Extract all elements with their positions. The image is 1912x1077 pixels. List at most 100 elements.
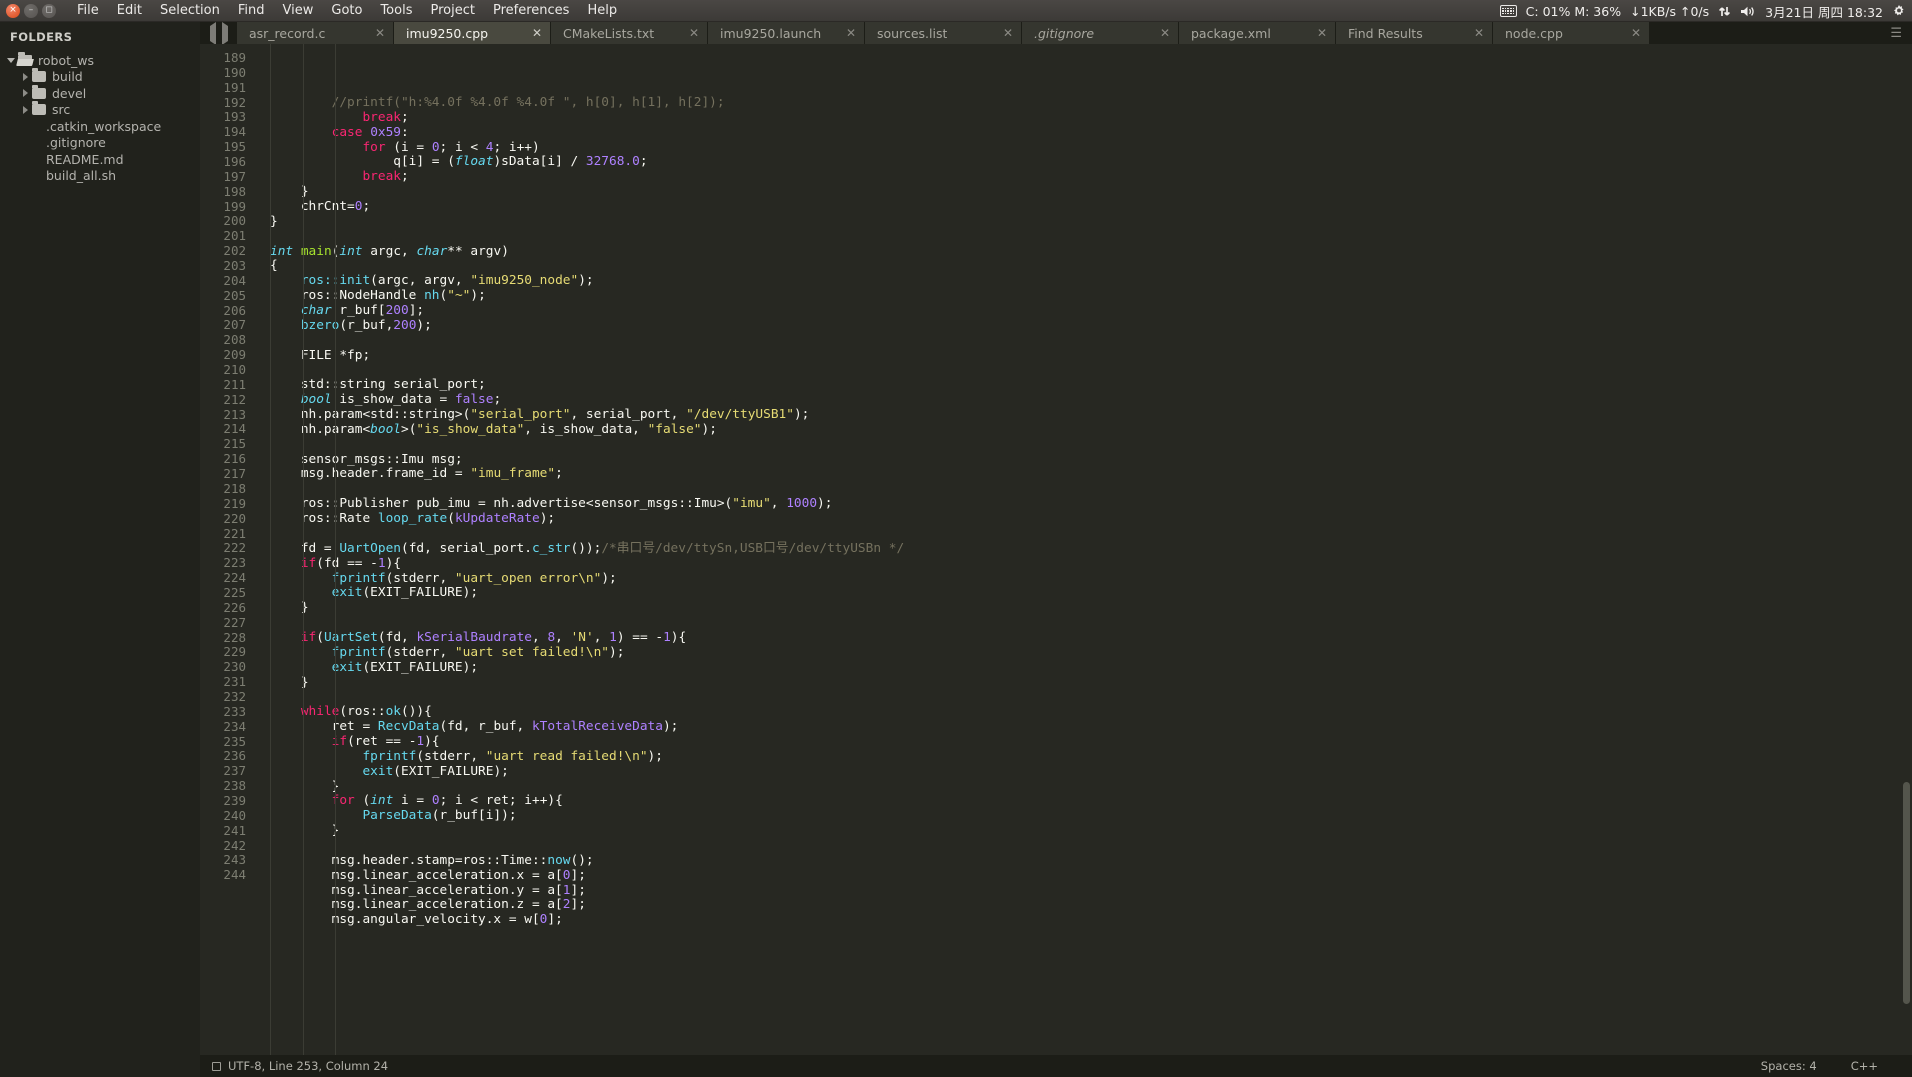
code-line[interactable]: exit(EXIT_FAILURE); <box>270 585 1912 601</box>
code-line[interactable]: } <box>270 779 1912 795</box>
code-line[interactable]: FILE *fp; <box>270 348 1912 364</box>
chevron-right-icon[interactable] <box>18 89 32 98</box>
code-line[interactable]: //printf("h:%4.0f %4.0f %4.0f ", h[0], h… <box>270 95 1912 111</box>
code-line[interactable]: while(ros::ok()){ <box>270 704 1912 720</box>
tab-close-icon[interactable]: ✕ <box>681 26 699 40</box>
code-line[interactable]: nh.param<std::string>("serial_port", ser… <box>270 407 1912 423</box>
code-editor-area[interactable]: 189 190 191 192 193 194 195 196 197 198 199 200 201 2… <box>200 44 1912 1055</box>
chevron-right-icon[interactable] <box>222 21 228 45</box>
tab-package-xml[interactable]: package.xml ✕ <box>1179 22 1336 44</box>
indentation-setting[interactable]: Spaces: 4 <box>1761 1059 1817 1073</box>
code-line[interactable]: msg.header.stamp=ros::Time::now(); <box>270 853 1912 869</box>
code-line[interactable]: bool is_show_data = false; <box>270 392 1912 408</box>
tab-close-icon[interactable]: ✕ <box>995 26 1013 40</box>
code-line[interactable] <box>270 527 1912 542</box>
code-line[interactable] <box>270 363 1912 378</box>
code-line[interactable] <box>270 839 1912 854</box>
tab-imu9250-cpp[interactable]: imu9250.cpp ✕ <box>394 22 551 44</box>
menu-item-goto[interactable]: Goto <box>322 1 371 20</box>
syntax-mode[interactable]: C++ <box>1851 1059 1878 1073</box>
sidebar-item-catkin-workspace[interactable]: .catkin_workspace <box>0 118 200 135</box>
cpu-mem-indicator[interactable]: C: 01% M: 36% <box>1526 4 1621 19</box>
code-line[interactable]: ros::NodeHandle nh("~"); <box>270 288 1912 304</box>
menu-item-help[interactable]: Help <box>578 1 626 20</box>
code-line[interactable] <box>270 438 1912 453</box>
code-line[interactable]: int main(int argc, char** argv) <box>270 244 1912 260</box>
code-line[interactable]: if(fd == -1){ <box>270 556 1912 572</box>
code-line[interactable]: if(UartSet(fd, kSerialBaudrate, 8, 'N', … <box>270 630 1912 646</box>
tab-close-icon[interactable]: ✕ <box>1152 26 1170 40</box>
code-content[interactable]: //printf("h:%4.0f %4.0f %4.0f ", h[0], h… <box>256 44 1912 1055</box>
chevron-left-icon[interactable] <box>210 21 216 45</box>
window-maximize-button[interactable]: ◻ <box>42 3 56 18</box>
code-line[interactable]: fprintf(stderr, "uart set failed!\n"); <box>270 645 1912 661</box>
code-line[interactable]: ros::init(argc, argv, "imu9250_node"); <box>270 273 1912 289</box>
clock-indicator[interactable]: 3月21日 周四 18:32 <box>1765 2 1883 21</box>
code-line[interactable]: msg.linear_acceleration.z = a[2]; <box>270 897 1912 913</box>
tab-find-results[interactable]: Find Results ✕ <box>1336 22 1493 44</box>
volume-icon[interactable] <box>1740 5 1756 18</box>
tab-close-icon[interactable]: ✕ <box>1623 26 1641 40</box>
code-line[interactable]: if(ret == -1){ <box>270 734 1912 750</box>
code-line[interactable] <box>270 690 1912 705</box>
sidebar-item-devel[interactable]: devel <box>0 84 200 102</box>
code-line[interactable]: } <box>270 214 1912 230</box>
tab-close-icon[interactable]: ✕ <box>838 26 856 40</box>
code-line[interactable]: exit(EXIT_FAILURE); <box>270 660 1912 676</box>
gear-icon[interactable] <box>1892 4 1906 18</box>
code-line[interactable]: for (int i = 0; i < ret; i++){ <box>270 793 1912 809</box>
code-line[interactable]: fprintf(stderr, "uart_open error\n"); <box>270 571 1912 587</box>
menu-item-tools[interactable]: Tools <box>371 1 421 20</box>
network-speed-indicator[interactable]: ↓1KB/s ↑0/s <box>1630 4 1709 19</box>
code-line[interactable]: exit(EXIT_FAILURE); <box>270 764 1912 780</box>
sidebar-item-build-all-sh[interactable]: build_all.sh <box>0 168 200 185</box>
vertical-scrollbar[interactable] <box>1901 44 1912 1055</box>
code-line[interactable]: } <box>270 675 1912 691</box>
sidebar-item-gitignore[interactable]: .gitignore <box>0 135 200 152</box>
code-line[interactable] <box>270 334 1912 349</box>
tab-close-icon[interactable]: ✕ <box>524 26 542 40</box>
code-line[interactable] <box>270 230 1912 245</box>
code-line[interactable]: std::string serial_port; <box>270 377 1912 393</box>
code-line[interactable]: msg.angular_velocity.x = w[0]; <box>270 912 1912 928</box>
sidebar-item-build[interactable]: build <box>0 68 200 86</box>
code-line[interactable]: case 0x59: <box>270 125 1912 141</box>
code-line[interactable]: break; <box>270 169 1912 185</box>
window-close-button[interactable]: × <box>6 3 20 18</box>
code-line[interactable] <box>270 616 1912 631</box>
code-line[interactable]: } <box>270 184 1912 200</box>
code-line[interactable]: msg.header.frame_id = "imu_frame"; <box>270 467 1912 482</box>
menu-item-edit[interactable]: Edit <box>108 1 151 20</box>
menu-item-preferences[interactable]: Preferences <box>484 1 578 20</box>
code-line[interactable]: nh.param<bool>("is_show_data", is_show_d… <box>270 422 1912 438</box>
code-line[interactable]: msg.linear_acceleration.y = a[1]; <box>270 883 1912 899</box>
code-line[interactable]: ros::Rate loop_rate(kUpdateRate); <box>270 511 1912 527</box>
code-line[interactable]: ret = RecvData(fd, r_buf, kTotalReceiveD… <box>270 719 1912 735</box>
keyboard-icon[interactable] <box>1499 5 1517 17</box>
code-line[interactable]: q[i] = (float)sData[i] / 32768.0; <box>270 155 1912 170</box>
sidebar-item-readme[interactable]: README.md <box>0 151 200 168</box>
tab-sources-list[interactable]: sources.list ✕ <box>865 22 1022 44</box>
menu-item-selection[interactable]: Selection <box>151 1 229 20</box>
tab-close-icon[interactable]: ✕ <box>1466 26 1484 40</box>
code-line[interactable]: bzero(r_buf,200); <box>270 318 1912 334</box>
scrollbar-thumb[interactable] <box>1903 782 1910 1005</box>
window-minimize-button[interactable]: – <box>24 3 38 18</box>
code-line[interactable]: { <box>270 259 1912 274</box>
code-line[interactable]: } <box>270 823 1912 839</box>
code-line[interactable]: break; <box>270 110 1912 126</box>
menu-item-find[interactable]: Find <box>229 1 274 20</box>
code-line[interactable]: fprintf(stderr, "uart read failed!\n"); <box>270 749 1912 765</box>
code-line[interactable]: for (i = 0; i < 4; i++) <box>270 140 1912 156</box>
code-line[interactable]: sensor_msgs::Imu msg; <box>270 452 1912 468</box>
chevron-right-icon[interactable] <box>18 105 32 114</box>
code-line[interactable]: char r_buf[200]; <box>270 303 1912 319</box>
code-line[interactable]: chrCnt=0; <box>270 199 1912 215</box>
menu-item-file[interactable]: File <box>68 1 108 20</box>
sidebar-item-src[interactable]: src <box>0 101 200 119</box>
menu-item-view[interactable]: View <box>274 1 323 20</box>
code-line[interactable]: ros::Publisher pub_imu = nh.advertise<se… <box>270 496 1912 512</box>
code-line[interactable]: msg.linear_acceleration.x = a[0]; <box>270 868 1912 884</box>
encoding-line-column[interactable]: UTF-8, Line 253, Column 24 <box>228 1059 388 1073</box>
tab-imu9250-launch[interactable]: imu9250.launch ✕ <box>708 22 865 44</box>
